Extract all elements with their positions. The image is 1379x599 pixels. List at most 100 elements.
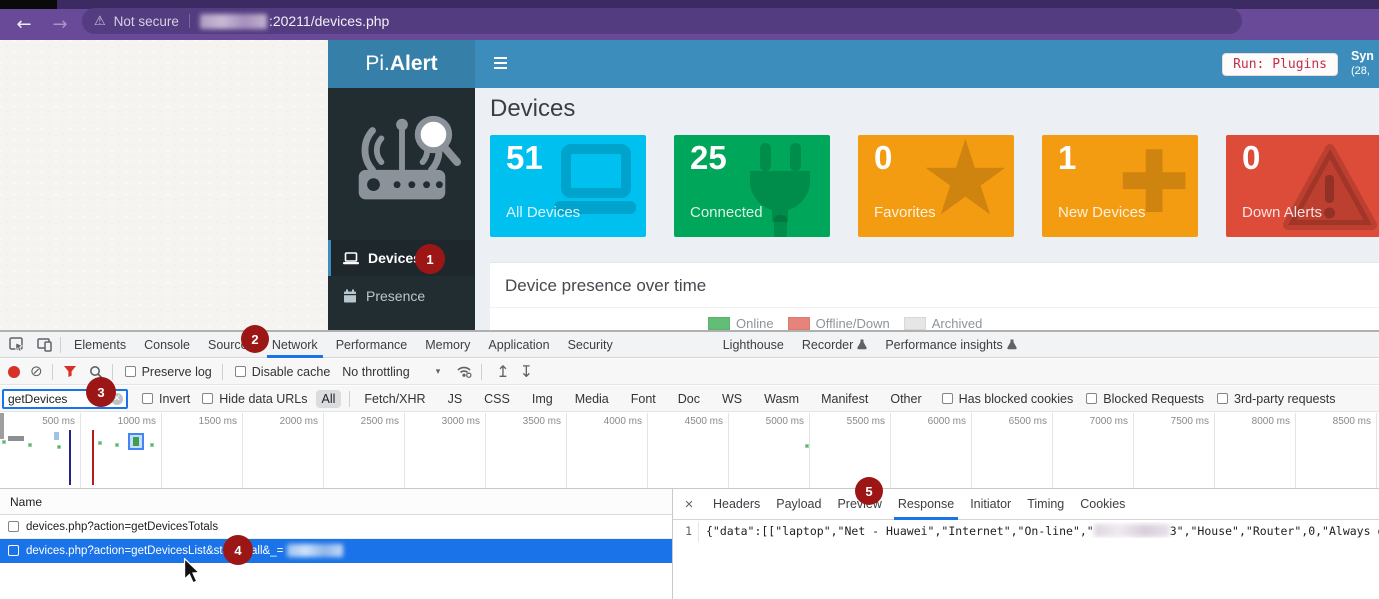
filter-type-media[interactable]: Media	[569, 390, 615, 408]
request-checkbox[interactable]	[8, 521, 19, 532]
waterfall-dot	[2, 440, 6, 444]
tick-label: 7000 ms	[1053, 413, 1133, 427]
detail-tab-initiator[interactable]: Initiator	[962, 489, 1019, 520]
detail-tab-response[interactable]: Response	[890, 489, 962, 520]
filter-funnel-icon[interactable]	[63, 365, 77, 378]
tab-elements[interactable]: Elements	[65, 332, 135, 358]
name-column-label: Name	[10, 495, 42, 509]
has-blocked-cookies-checkbox[interactable]	[942, 393, 953, 404]
not-secure-warning-icon: ⚠	[94, 14, 106, 29]
back-icon[interactable]: ←	[12, 13, 36, 37]
legend-label: Online	[736, 316, 774, 330]
disable-cache-checkbox[interactable]	[235, 366, 246, 377]
hide-data-urls-label: Hide data URLs	[219, 392, 307, 406]
filter-type-css[interactable]: CSS	[478, 390, 516, 408]
forward-icon[interactable]: →	[48, 13, 72, 37]
tab-network[interactable]: Network	[263, 332, 327, 358]
sidebar-item-presence[interactable]: Presence	[328, 276, 475, 316]
tab-performance-insights[interactable]: Performance insights	[876, 332, 1025, 358]
toolbar-divider	[52, 364, 53, 380]
tab-label: Timing	[1027, 497, 1064, 511]
filter-type-img[interactable]: Img	[526, 390, 559, 408]
filter-type-js[interactable]: JS	[442, 390, 469, 408]
waterfall-mark	[54, 432, 59, 440]
record-icon[interactable]	[8, 366, 20, 378]
detail-tab-payload[interactable]: Payload	[768, 489, 829, 520]
load-event-line	[92, 430, 94, 485]
blocked-requests-checkbox[interactable]	[1086, 393, 1097, 404]
tick-label: 3500 ms	[486, 413, 566, 427]
network-toolbar: ⊘ Preserve log Disable cache No throttli…	[0, 359, 1379, 385]
network-filter-row: ✕ Invert Hide data URLs All Fetch/XHR JS…	[0, 386, 1379, 412]
network-overview-timeline[interactable]: 500 ms 1000 ms 1500 ms 2000 ms 2500 ms 3…	[0, 413, 1379, 489]
card-all-devices[interactable]: 51 All Devices	[490, 135, 646, 237]
legend-item-archived: Archived	[904, 316, 983, 330]
filter-type-doc[interactable]: Doc	[672, 390, 706, 408]
toolbar-divider	[481, 364, 482, 380]
card-favorites[interactable]: 0 ★ Favorites	[858, 135, 1014, 237]
tab-memory[interactable]: Memory	[416, 332, 479, 358]
device-toolbar-icon[interactable]	[32, 333, 56, 357]
requests-name-header[interactable]: Name	[0, 489, 672, 515]
inspect-element-icon[interactable]	[4, 333, 28, 357]
run-plugins-button[interactable]: Run: Plugins	[1222, 53, 1338, 76]
redacted-host	[200, 14, 267, 29]
tab-label: Response	[898, 497, 954, 511]
clear-icon[interactable]: ⊘	[30, 364, 43, 379]
brand-logo[interactable]: Pi.Alert	[328, 40, 475, 88]
response-text-before: {"data":[["laptop","Net - Huawei","Inter…	[706, 524, 1094, 538]
tab-application[interactable]: Application	[479, 332, 558, 358]
annotation-badge-4: 4	[223, 535, 253, 565]
request-checkbox[interactable]	[8, 545, 19, 556]
tab-console[interactable]: Console	[135, 332, 199, 358]
network-conditions-icon[interactable]	[456, 365, 472, 378]
request-row[interactable]: devices.php?action=getDevicesTotals	[0, 515, 672, 539]
hamburger-menu-icon[interactable]	[494, 57, 507, 71]
card-connected[interactable]: 25 Connected	[674, 135, 830, 237]
throttling-select[interactable]: No throttling	[342, 365, 409, 379]
filter-type-wasm[interactable]: Wasm	[758, 390, 805, 408]
app-navbar: Run: Plugins Syn (28,	[475, 40, 1379, 88]
address-bar[interactable]: ⚠ Not secure :20211/devices.php	[82, 8, 1242, 34]
disable-cache-label: Disable cache	[252, 365, 331, 379]
tab-label: Memory	[425, 338, 470, 352]
card-value: 1	[1058, 139, 1076, 177]
legend-swatch-offline	[788, 317, 810, 330]
waterfall-dot	[98, 441, 102, 445]
filter-type-manifest[interactable]: Manifest	[815, 390, 874, 408]
card-label: Favorites	[874, 204, 936, 221]
detail-tab-timing[interactable]: Timing	[1019, 489, 1072, 520]
toolbar-divider	[222, 364, 223, 380]
sidebar-item-devices[interactable]: Devices	[328, 240, 475, 276]
detail-tab-cookies[interactable]: Cookies	[1072, 489, 1133, 520]
response-content: {"data":[["laptop","Net - Huawei","Inter…	[699, 522, 1379, 538]
filter-type-other[interactable]: Other	[884, 390, 927, 408]
tab-performance[interactable]: Performance	[327, 332, 417, 358]
hide-data-urls-checkbox[interactable]	[202, 393, 213, 404]
filter-type-fetch-xhr[interactable]: Fetch/XHR	[358, 390, 431, 408]
app-sidebar: Devices Presence	[328, 88, 475, 330]
close-icon[interactable]: ×	[682, 496, 696, 513]
card-down-alerts[interactable]: 0 Down Alerts	[1226, 135, 1379, 237]
card-label: Connected	[690, 204, 763, 221]
import-har-icon[interactable]: ↥	[496, 364, 509, 380]
chevron-down-icon: ▾	[436, 366, 441, 377]
tab-security[interactable]: Security	[559, 332, 622, 358]
legend-item-offline: Offline/Down	[788, 316, 890, 330]
tab-recorder[interactable]: Recorder	[793, 332, 876, 358]
legend-swatch-archived	[904, 317, 926, 330]
third-party-requests-checkbox[interactable]	[1217, 393, 1228, 404]
tick-label: 2000 ms	[243, 413, 323, 427]
annotation-badge-3: 3	[86, 377, 116, 407]
request-row-selected[interactable]: devices.php?action=getDevicesList&status…	[0, 539, 672, 563]
filter-type-font[interactable]: Font	[625, 390, 662, 408]
network-main: Name devices.php?action=getDevicesTotals…	[0, 489, 1379, 599]
tab-lighthouse[interactable]: Lighthouse	[714, 332, 793, 358]
invert-checkbox[interactable]	[142, 393, 153, 404]
export-har-icon[interactable]: ↧	[520, 364, 533, 380]
preserve-log-checkbox[interactable]	[125, 366, 136, 377]
detail-tab-headers[interactable]: Headers	[705, 489, 768, 520]
filter-type-ws[interactable]: WS	[716, 390, 748, 408]
filter-type-all[interactable]: All	[316, 390, 342, 408]
card-new-devices[interactable]: 1 ✚ New Devices	[1042, 135, 1198, 237]
